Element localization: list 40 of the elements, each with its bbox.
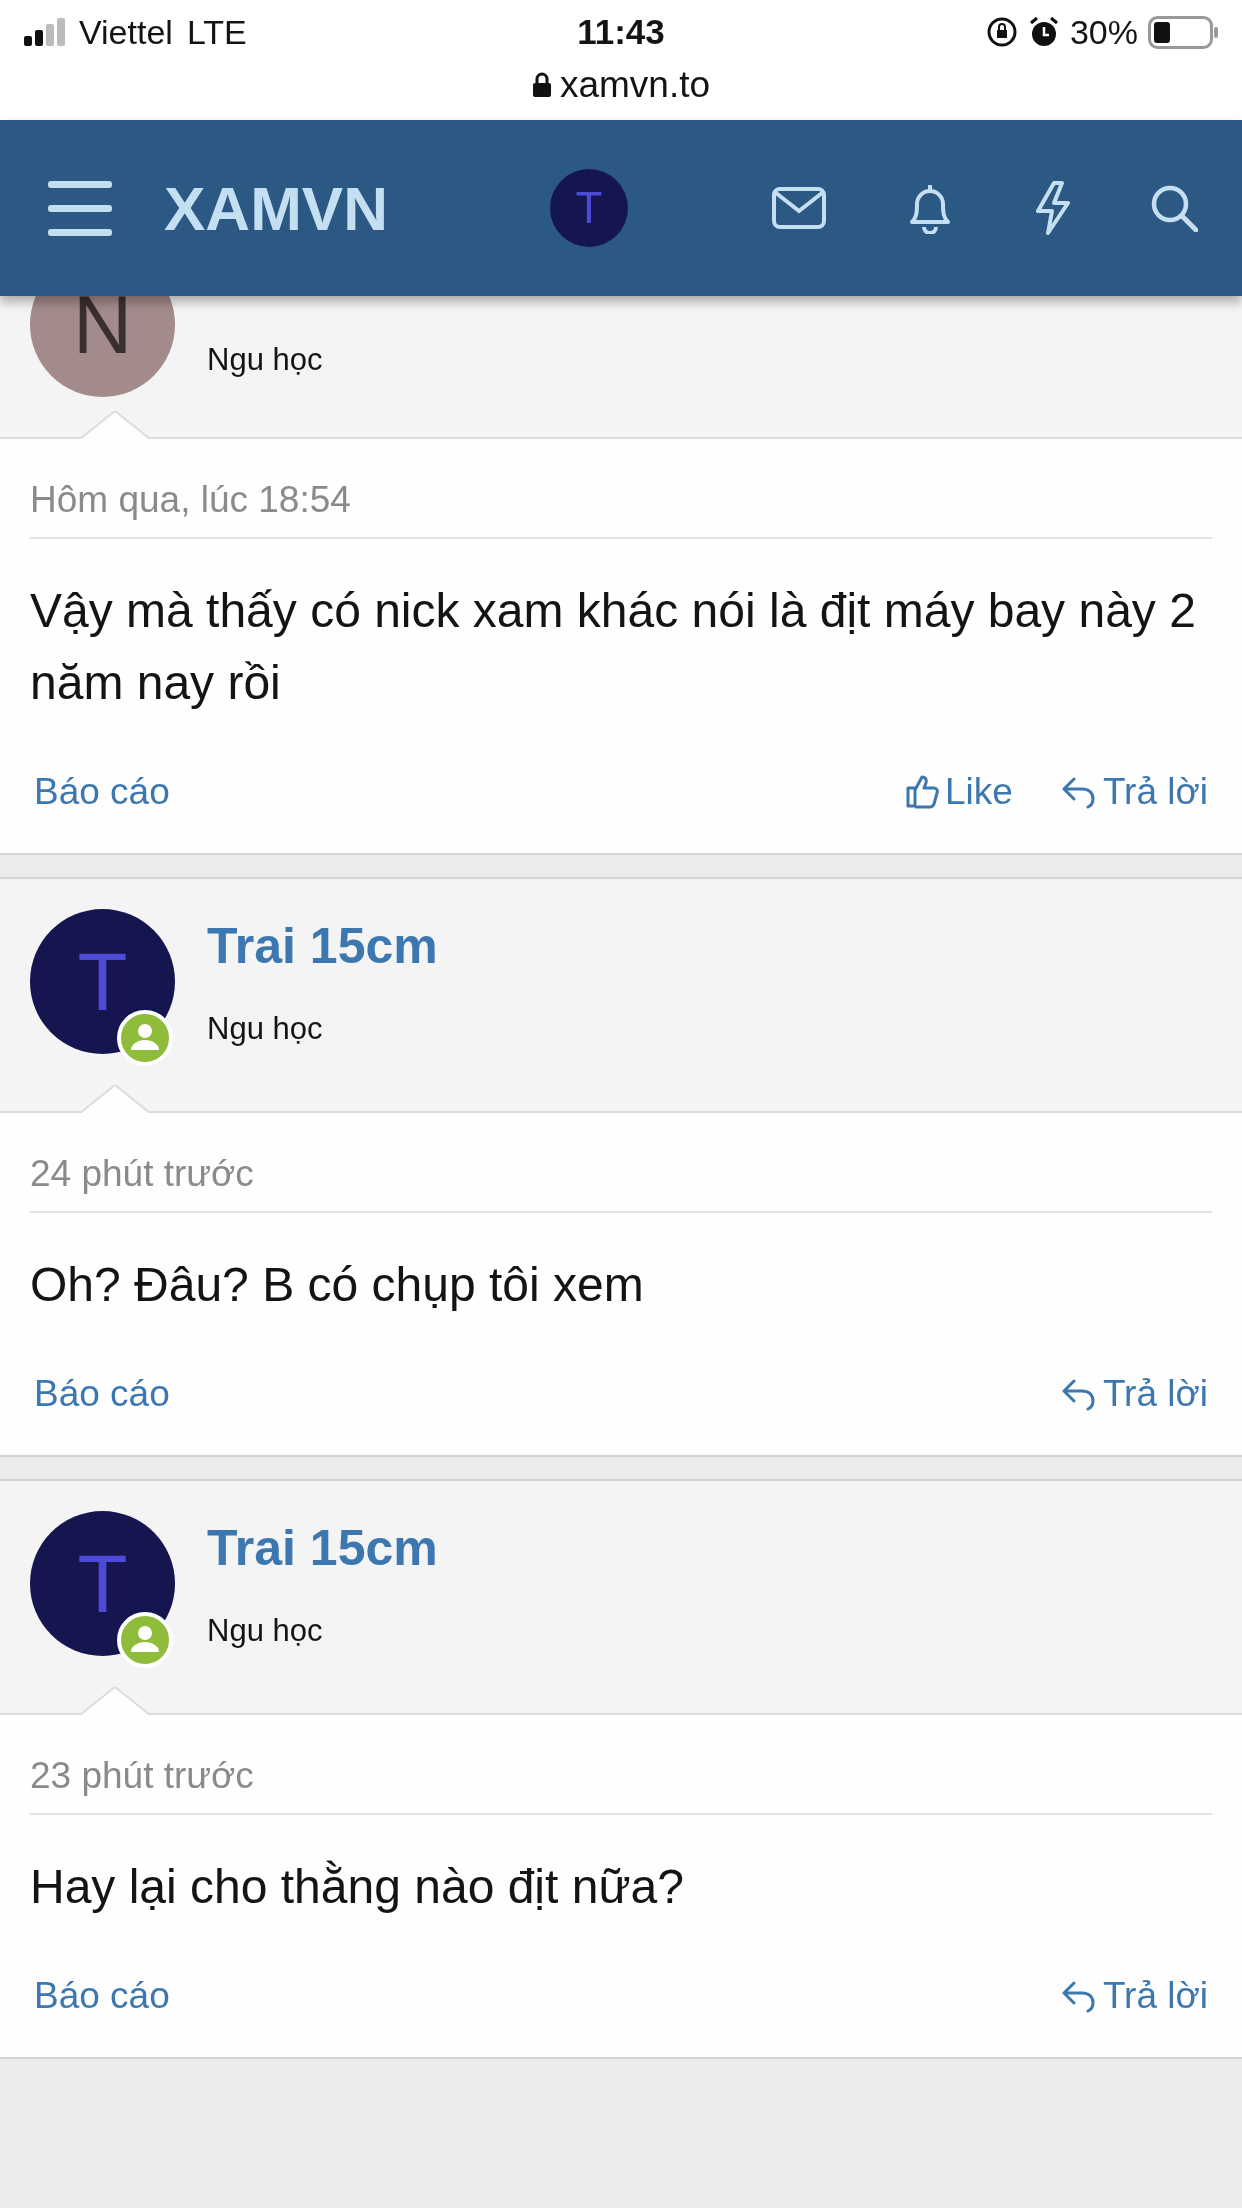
menu-icon[interactable] xyxy=(48,180,112,236)
network-type: LTE xyxy=(186,12,247,52)
site-logo[interactable]: XAMVN xyxy=(164,172,550,244)
report-link[interactable]: Báo cáo xyxy=(34,1373,1013,1415)
report-link[interactable]: Báo cáo xyxy=(34,771,857,813)
post-message: Hay lại cho thằng nào địt nữa? xyxy=(30,1859,685,1915)
username-link[interactable]: Trai 15cm xyxy=(207,917,438,975)
post-date: Hôm qua, lúc 18:54 xyxy=(30,479,1212,539)
user-title: Ngu học xyxy=(207,1011,324,1047)
user-avatar[interactable]: T xyxy=(30,909,175,1054)
user-title: Ngu học xyxy=(207,342,323,378)
battery-percent: 30% xyxy=(1069,12,1138,52)
reply-arrow-icon xyxy=(1060,1979,1097,2013)
user-avatar[interactable]: T xyxy=(30,1511,175,1656)
mail-icon[interactable] xyxy=(772,187,826,229)
report-link[interactable]: Báo cáo xyxy=(34,1975,1013,2017)
lock-icon xyxy=(531,72,552,98)
reply-button[interactable]: Trả lời xyxy=(1060,1373,1208,1415)
user-title: Ngu học xyxy=(207,1613,324,1649)
post-date: 23 phút trước xyxy=(30,1755,1212,1815)
post-message: Oh? Đâu? B có chụp tôi xem xyxy=(30,1257,645,1313)
post-date: 24 phút trước xyxy=(30,1153,1212,1213)
post-message: Vậy mà thấy có nick xam khác nói là địt máy bay này 2 năm nay rồi xyxy=(30,583,1197,711)
clock-time: 11:43 xyxy=(577,12,665,52)
reply-arrow-icon xyxy=(1060,775,1097,809)
rotation-lock-icon xyxy=(985,16,1018,48)
signal-icon xyxy=(24,18,65,46)
reply-button[interactable]: Trả lời xyxy=(1060,771,1208,813)
thumbs-up-icon xyxy=(905,774,939,810)
alarm-clock-icon xyxy=(1027,16,1060,48)
reply-arrow-icon xyxy=(1060,1377,1097,1411)
user-avatar[interactable]: T xyxy=(550,169,628,247)
lightning-icon[interactable] xyxy=(1034,181,1070,235)
reply-button[interactable]: Trả lời xyxy=(1060,1975,1208,2017)
like-button[interactable]: Like xyxy=(905,771,1013,813)
battery-icon xyxy=(1148,15,1218,49)
page-url[interactable]: xamvn.to xyxy=(559,64,711,106)
search-icon[interactable] xyxy=(1150,184,1198,232)
username-link[interactable]: Trai 15cm xyxy=(207,1519,438,1577)
carrier-name: Viettel xyxy=(79,12,173,52)
